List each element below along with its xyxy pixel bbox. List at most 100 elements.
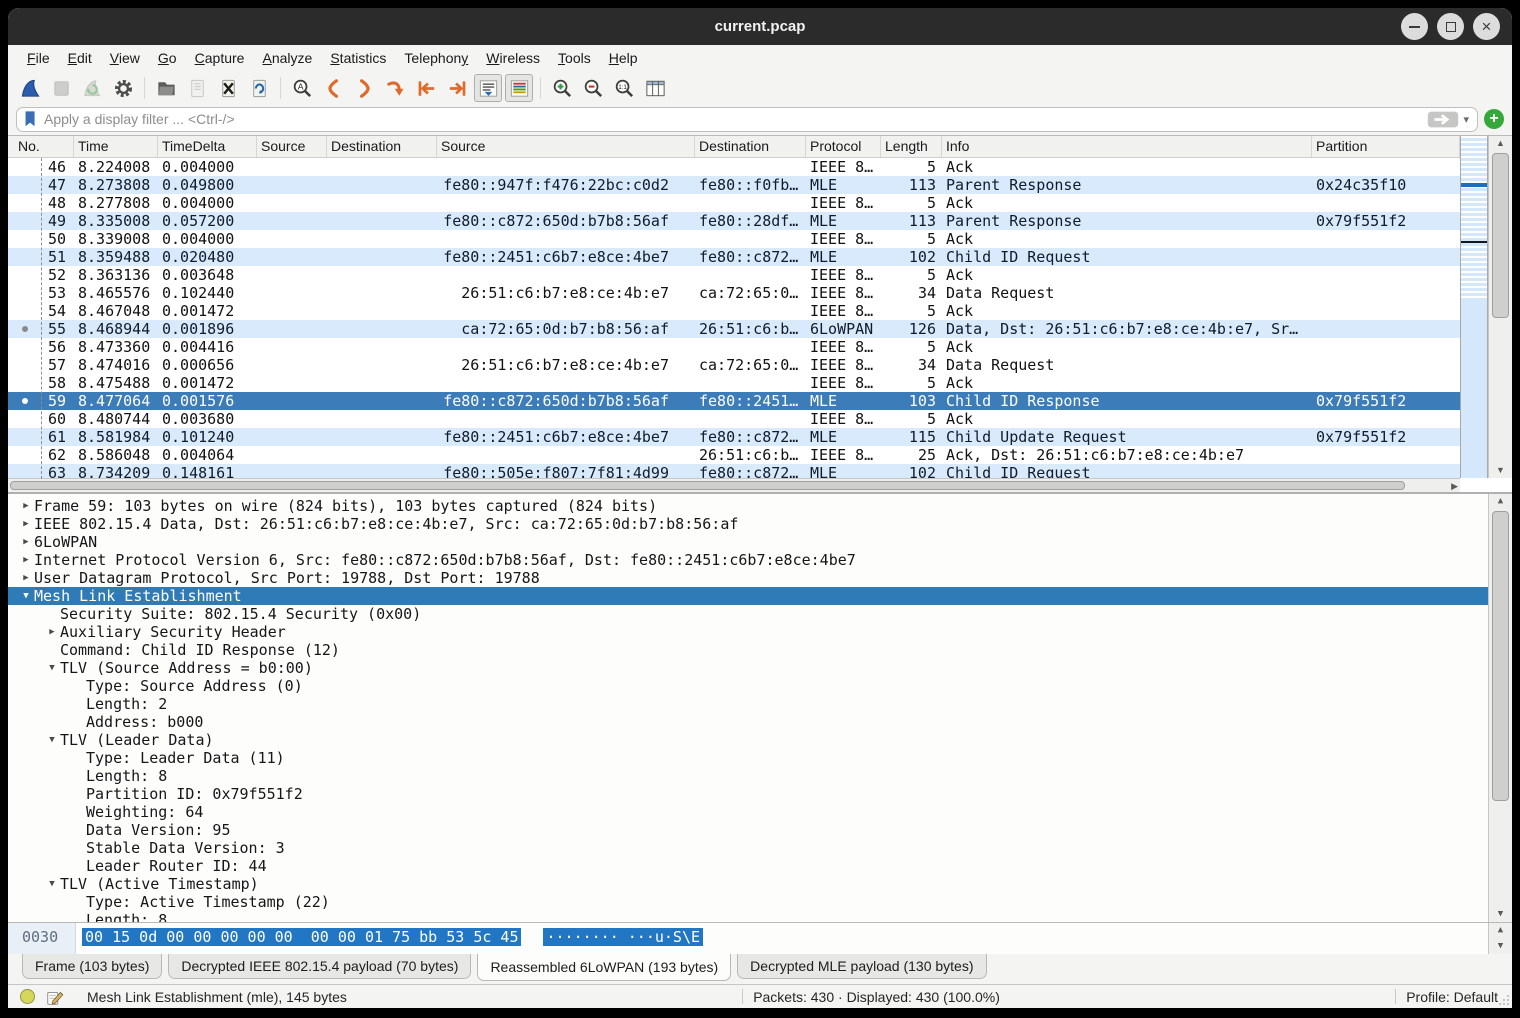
detail-line-ieee-802-15-4-data-dst-2[interactable]: ▶IEEE 802.15.4 Data, Dst: 26:51:c6:b7:e8…	[8, 515, 1512, 533]
restart-capture-button[interactable]	[78, 74, 106, 102]
collapsed-arrow-icon[interactable]: ▶	[18, 515, 34, 533]
find-packet-button[interactable]	[288, 74, 316, 102]
menu-go[interactable]: Go	[149, 48, 186, 68]
packet-row-51[interactable]: 518.3594880.020480fe80::2451:c6b7:e8ce:4…	[8, 248, 1460, 266]
column-header-part[interactable]: Partition	[1312, 136, 1460, 157]
detail-line-stable-data-version-3[interactable]: Stable Data Version: 3	[8, 839, 1512, 857]
expert-info-icon[interactable]	[20, 989, 35, 1004]
expanded-arrow-icon[interactable]: ▼	[44, 731, 60, 749]
column-header-time[interactable]: Time	[74, 136, 158, 157]
packet-row-49[interactable]: 498.3350080.057200fe80::c872:650d:b7b8:5…	[8, 212, 1460, 230]
detail-line-internet-protocol-version[interactable]: ▶Internet Protocol Version 6, Src: fe80:…	[8, 551, 1512, 569]
packet-row-61[interactable]: 618.5819840.101240fe80::2451:c6b7:e8ce:4…	[8, 428, 1460, 446]
byte-tab-decrypted-mle-payload-130-bytes[interactable]: Decrypted MLE payload (130 bytes)	[737, 954, 986, 979]
packet-row-62[interactable]: 628.5860480.00406426:51:c6:b…IEEE 8…25Ac…	[8, 446, 1460, 464]
detail-line-mesh-link-establishment[interactable]: ▼Mesh Link Establishment	[8, 587, 1512, 605]
close-button[interactable]: ×	[1473, 13, 1500, 40]
capture-options-button[interactable]	[109, 74, 137, 102]
detail-line-security-suite-802-15-4-s[interactable]: Security Suite: 802.15.4 Security (0x00)	[8, 605, 1512, 623]
detail-line-length-8[interactable]: Length: 8	[8, 767, 1512, 785]
packet-minimap[interactable]	[1460, 136, 1488, 478]
bookmark-icon[interactable]	[23, 110, 38, 128]
scroll-up-icon[interactable]: ▲	[1489, 136, 1512, 151]
expanded-arrow-icon[interactable]: ▼	[44, 875, 60, 893]
scrollbar-thumb[interactable]	[1492, 511, 1509, 801]
expanded-arrow-icon[interactable]: ▼	[44, 659, 60, 677]
packet-row-55[interactable]: 558.4689440.001896ca:72:65:0d:b7:b8:56:a…	[8, 320, 1460, 338]
menu-tools[interactable]: Tools	[549, 48, 600, 68]
menu-help[interactable]: Help	[600, 48, 647, 68]
hex-row[interactable]: 00 15 0d 00 00 00 00 00 00 00 01 75 bb 5…	[82, 928, 703, 946]
go-forward-button[interactable]	[350, 74, 378, 102]
detail-scrollbar[interactable]: ▲ ▼	[1488, 494, 1512, 922]
detail-line-length-2[interactable]: Length: 2	[8, 695, 1512, 713]
scroll-down-icon[interactable]: ▼	[1489, 463, 1512, 478]
go-last-button[interactable]	[443, 74, 471, 102]
detail-line-type-active-timestamp-22[interactable]: Type: Active Timestamp (22)	[8, 893, 1512, 911]
detail-line-type-source-address-0[interactable]: Type: Source Address (0)	[8, 677, 1512, 695]
resize-columns-button[interactable]	[641, 74, 669, 102]
add-filter-button[interactable]: +	[1484, 109, 1504, 129]
detail-line-6lowpan[interactable]: ▶6LoWPAN	[8, 533, 1512, 551]
menu-telephony[interactable]: Telephony	[395, 48, 477, 68]
go-first-button[interactable]	[412, 74, 440, 102]
hex-ascii[interactable]: ········ ···u·S\E	[543, 928, 703, 946]
go-back-button[interactable]	[319, 74, 347, 102]
menu-capture[interactable]: Capture	[186, 48, 254, 68]
save-file-button[interactable]	[183, 74, 211, 102]
collapsed-arrow-icon[interactable]: ▶	[18, 533, 34, 551]
open-file-button[interactable]	[152, 74, 180, 102]
packet-list-hscrollbar[interactable]: ▶	[8, 478, 1460, 492]
packet-row-52[interactable]: 528.3631360.003648IEEE 8…5Ack	[8, 266, 1460, 284]
apply-filter-button[interactable]	[1427, 111, 1459, 128]
title-bar[interactable]: current.pcap ×	[8, 8, 1512, 45]
packet-row-47[interactable]: 478.2738080.049800fe80::947f:f476:22bc:c…	[8, 176, 1460, 194]
collapsed-arrow-icon[interactable]: ▶	[44, 623, 60, 641]
detail-line-type-leader-data-11[interactable]: Type: Leader Data (11)	[8, 749, 1512, 767]
minimize-button[interactable]	[1401, 13, 1428, 40]
column-header-src1[interactable]: Source	[257, 136, 327, 157]
packet-row-57[interactable]: 578.4740160.00065626:51:c6:b7:e8:ce:4b:e…	[8, 356, 1460, 374]
start-capture-button[interactable]	[16, 74, 44, 102]
scroll-right-icon[interactable]: ▶	[1451, 479, 1458, 492]
detail-line-tlv-active-timestamp[interactable]: ▼TLV (Active Timestamp)	[8, 875, 1512, 893]
scroll-up-icon[interactable]: ▲	[1489, 494, 1512, 509]
expanded-arrow-icon[interactable]: ▼	[18, 587, 34, 605]
packet-row-54[interactable]: 548.4670480.001472IEEE 8…5Ack	[8, 302, 1460, 320]
close-file-button[interactable]	[214, 74, 242, 102]
scroll-down-icon[interactable]: ▼	[1489, 939, 1512, 954]
packet-row-58[interactable]: 588.4754880.001472IEEE 8…5Ack	[8, 374, 1460, 392]
capture-comment-icon[interactable]	[45, 987, 65, 1007]
scroll-down-icon[interactable]: ▼	[1489, 907, 1512, 922]
menu-edit[interactable]: Edit	[59, 48, 101, 68]
reload-file-button[interactable]	[245, 74, 273, 102]
zoom-in-button[interactable]	[548, 74, 576, 102]
status-profile-text[interactable]: Profile: Default	[1406, 989, 1498, 1005]
packet-list-scrollbar[interactable]: ▲ ▼	[1488, 136, 1512, 478]
display-filter-input[interactable]	[38, 111, 1427, 127]
detail-line-user-datagram-protocol-sr[interactable]: ▶User Datagram Protocol, Src Port: 19788…	[8, 569, 1512, 587]
detail-line-leader-router-id-44[interactable]: Leader Router ID: 44	[8, 857, 1512, 875]
column-header-no[interactable]: No.	[8, 136, 74, 157]
menu-statistics[interactable]: Statistics	[321, 48, 395, 68]
detail-line-tlv-source-address-b0-0[interactable]: ▼TLV (Source Address = b0:00)	[8, 659, 1512, 677]
go-to-packet-button[interactable]	[381, 74, 409, 102]
zoom-original-button[interactable]	[610, 74, 638, 102]
zoom-out-button[interactable]	[579, 74, 607, 102]
hscrollbar-thumb[interactable]	[10, 481, 1405, 490]
column-header-dst2[interactable]: Destination	[695, 136, 806, 157]
packet-row-46[interactable]: 468.2240080.004000IEEE 8…5Ack	[8, 158, 1460, 176]
collapsed-arrow-icon[interactable]: ▶	[18, 569, 34, 587]
packet-row-50[interactable]: 508.3390080.004000IEEE 8…5Ack	[8, 230, 1460, 248]
byte-tab-frame-103-bytes[interactable]: Frame (103 bytes)	[22, 954, 162, 979]
column-header-src2[interactable]: Source	[437, 136, 695, 157]
menu-file[interactable]: File	[18, 48, 59, 68]
bytes-scrollbar[interactable]: ▲ ▼	[1488, 923, 1512, 954]
maximize-button[interactable]	[1437, 13, 1464, 40]
detail-line-command-child-id-response[interactable]: Command: Child ID Response (12)	[8, 641, 1512, 659]
scrollbar-thumb[interactable]	[1492, 153, 1509, 318]
detail-line-address-b000[interactable]: Address: b000	[8, 713, 1512, 731]
scroll-up-icon[interactable]: ▲	[1489, 923, 1512, 938]
packet-row-53[interactable]: 538.4655760.10244026:51:c6:b7:e8:ce:4b:e…	[8, 284, 1460, 302]
detail-line-length-8[interactable]: Length: 8	[8, 911, 1512, 922]
